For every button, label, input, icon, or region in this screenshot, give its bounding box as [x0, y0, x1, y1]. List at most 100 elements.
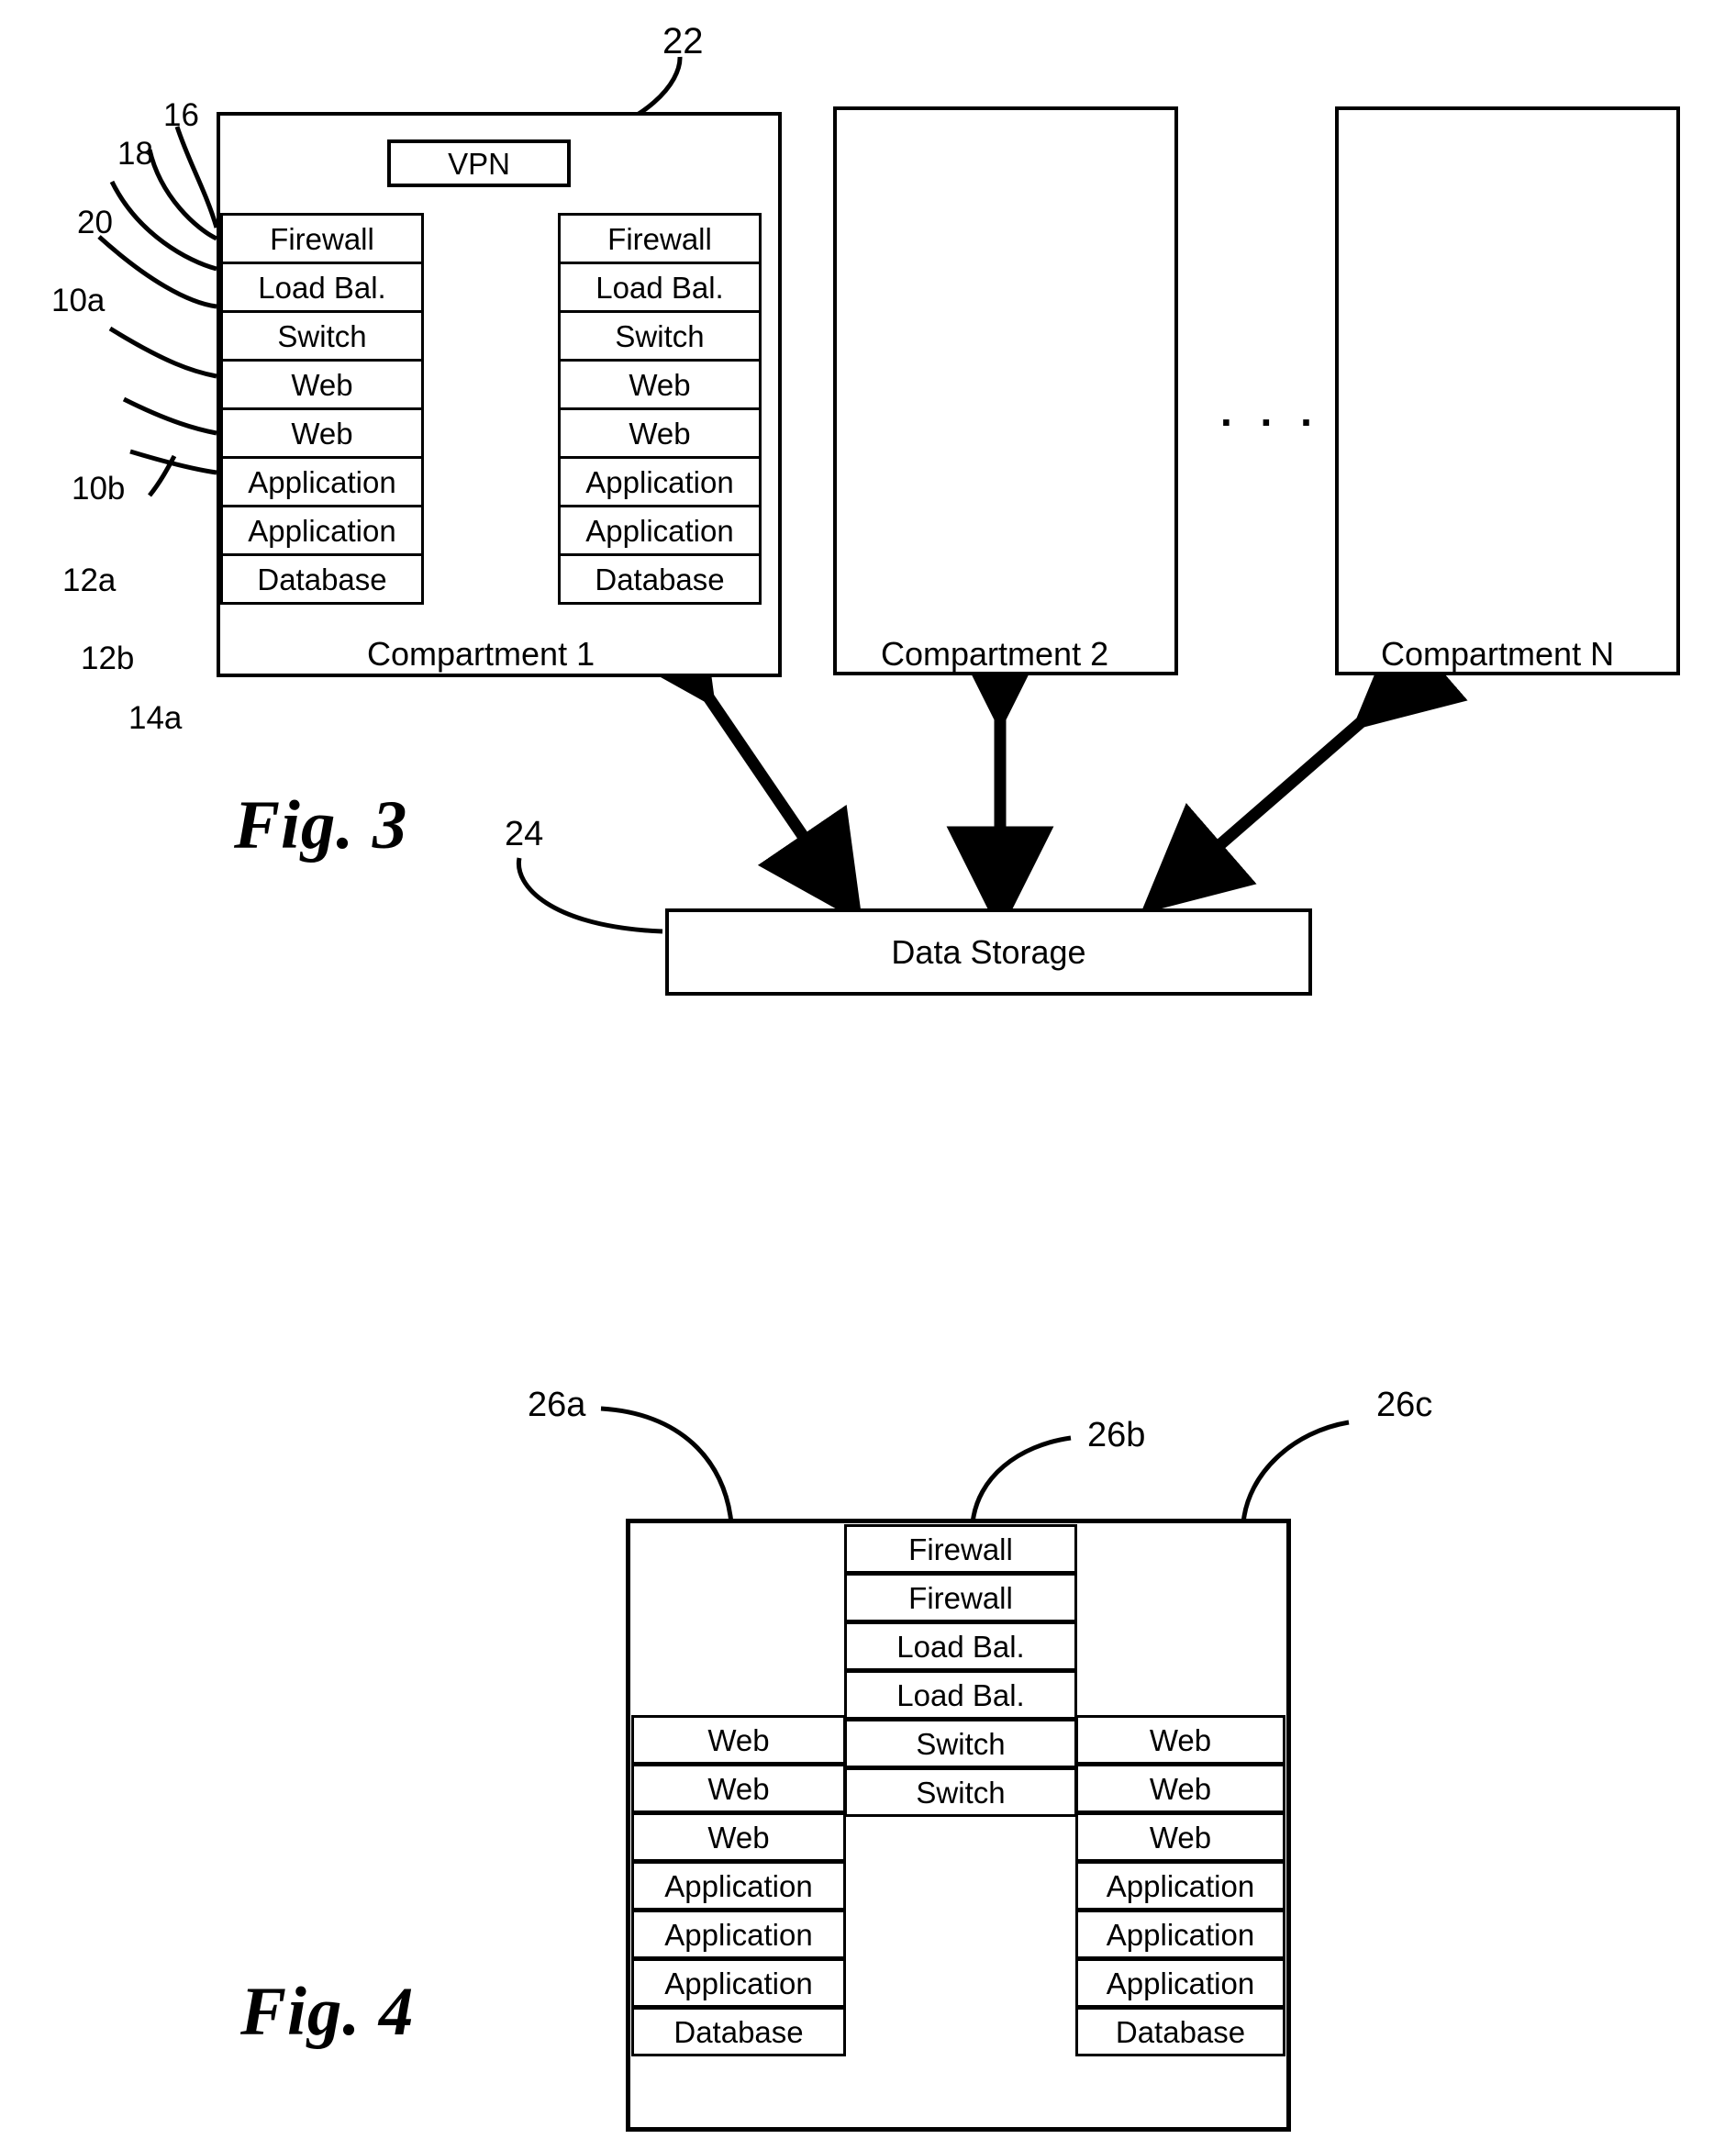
rack-right-row-0-label: Firewall — [607, 221, 712, 256]
rack-right-row-7-label: Database — [595, 562, 725, 596]
rack-right-row-2-label: Switch — [615, 318, 705, 353]
f4-b-cell-0-label: Firewall — [908, 1532, 1013, 1566]
f4-c-cell-2 — [1075, 1620, 1285, 1667]
f4-c-cell-7: Application — [1075, 1861, 1285, 1911]
f4-b-cell-10 — [844, 2007, 1077, 2056]
f4-a-cell-8-label: Application — [664, 1917, 813, 1952]
compartment-1-label: Compartment 1 — [367, 635, 595, 673]
rack-right-row-6: Application — [558, 505, 762, 556]
f4-a-cell-0 — [631, 1524, 846, 1572]
figure-4-column-26a: Web Web Web Application Application Appl… — [631, 1524, 846, 2139]
rack-right-row-4-label: Web — [629, 416, 691, 451]
compartment-n-box — [1335, 106, 1680, 675]
ref-26c: 26c — [1376, 1386, 1433, 1424]
f4-b-cell-2-label: Load Bal. — [896, 1629, 1025, 1664]
ref-12b: 12b — [81, 641, 135, 676]
f4-c-cell-9: Application — [1075, 1958, 1285, 2008]
rack-left-row-7-label: Database — [257, 562, 387, 596]
ref-26a: 26a — [528, 1386, 586, 1424]
f4-a-cell-6-label: Web — [707, 1820, 770, 1855]
ref-20: 20 — [77, 205, 113, 240]
rack-left-row-1-label: Load Bal. — [258, 270, 386, 305]
vpn-box: VPN — [387, 139, 571, 187]
compartment-2-label: Compartment 2 — [881, 635, 1109, 673]
ref-16: 16 — [163, 97, 199, 133]
rack-right-row-0: Firewall — [558, 213, 762, 264]
f4-a-cell-1 — [631, 1572, 846, 1620]
rack-right-row-5-label: Application — [585, 464, 734, 499]
f4-c-cell-5-label: Web — [1149, 1771, 1212, 1806]
f4-c-cell-10: Database — [1075, 2007, 1285, 2056]
rack-left-row-1: Load Bal. — [220, 262, 424, 313]
compartment-2-box — [833, 106, 1178, 675]
f4-a-cell-5: Web — [631, 1764, 846, 1813]
rack-right-row-3-label: Web — [629, 367, 691, 402]
rack-left-row-2: Switch — [220, 310, 424, 362]
figure-3-caption: Fig. 3 — [234, 787, 408, 863]
rack-left-row-4: Web — [220, 407, 424, 459]
rack-left-row-3: Web — [220, 359, 424, 410]
f4-b-cell-1-label: Firewall — [908, 1580, 1013, 1615]
ref-26b: 26b — [1087, 1416, 1146, 1454]
ref-12a: 12a — [62, 563, 117, 598]
rack-left-row-6: Application — [220, 505, 424, 556]
leader-lines-fig4 — [600, 1406, 1350, 1524]
f4-c-cell-0 — [1075, 1524, 1285, 1572]
rack-left-row-0-label: Firewall — [270, 221, 374, 256]
rack-left-compartment-1: Firewall Load Bal. Switch Web Web Applic… — [220, 213, 424, 605]
f4-b-cell-0: Firewall — [844, 1524, 1077, 1574]
rack-right-row-2: Switch — [558, 310, 762, 362]
rack-left-row-2-label: Switch — [277, 318, 367, 353]
f4-a-cell-8: Application — [631, 1910, 846, 1959]
rack-right-row-5: Application — [558, 456, 762, 507]
f4-a-cell-4: Web — [631, 1715, 846, 1765]
f4-a-cell-9-label: Application — [664, 1966, 813, 2000]
f4-b-cell-5-label: Switch — [916, 1775, 1006, 1810]
f4-a-cell-10-label: Database — [673, 2014, 804, 2049]
figure-4-caption: Fig. 4 — [240, 1974, 415, 2050]
ref-24: 24 — [505, 815, 544, 853]
f4-c-cell-4: Web — [1075, 1715, 1285, 1765]
f4-b-cell-2: Load Bal. — [844, 1621, 1077, 1671]
rack-right-row-6-label: Application — [585, 513, 734, 548]
rack-right-row-4: Web — [558, 407, 762, 459]
f4-c-cell-9-label: Application — [1106, 1966, 1255, 2000]
f4-c-cell-7-label: Application — [1106, 1868, 1255, 1903]
f4-a-cell-7: Application — [631, 1861, 846, 1911]
f4-b-cell-7 — [844, 1864, 1077, 1911]
rack-left-row-0: Firewall — [220, 213, 424, 264]
rack-left-row-5-label: Application — [248, 464, 396, 499]
compartment-n-label: Compartment N — [1381, 635, 1615, 673]
f4-c-cell-1 — [1075, 1572, 1285, 1620]
rack-right-row-1-label: Load Bal. — [595, 270, 724, 305]
ref-14a: 14a — [128, 700, 183, 736]
f4-a-cell-3 — [631, 1667, 846, 1715]
storage-arrows — [610, 588, 1468, 934]
f4-c-cell-6: Web — [1075, 1812, 1285, 1862]
f4-c-cell-8: Application — [1075, 1910, 1285, 1959]
f4-a-cell-9: Application — [631, 1958, 846, 2008]
f4-c-cell-4-label: Web — [1149, 1722, 1212, 1757]
f4-a-cell-10: Database — [631, 2007, 846, 2056]
data-storage-label: Data Storage — [891, 932, 1086, 971]
f4-a-cell-7-label: Application — [664, 1868, 813, 1903]
f4-a-cell-2 — [631, 1620, 846, 1667]
rack-left-row-6-label: Application — [248, 513, 396, 548]
f4-a-cell-4-label: Web — [707, 1722, 770, 1757]
patent-drawing-sheet: Compartment 1 Compartment 2 Compartment … — [0, 0, 1736, 2139]
f4-c-cell-6-label: Web — [1149, 1820, 1212, 1855]
figure-4-column-26c: Web Web Web Application Application Appl… — [1075, 1524, 1290, 2139]
f4-c-cell-3 — [1075, 1667, 1285, 1715]
ref-18: 18 — [117, 136, 153, 172]
f4-b-cell-4-label: Switch — [916, 1726, 1006, 1761]
rack-left-row-3-label: Web — [291, 367, 353, 402]
data-storage-box: Data Storage — [665, 908, 1312, 996]
f4-a-cell-6: Web — [631, 1812, 846, 1862]
rack-right-compartment-1: Firewall Load Bal. Switch Web Web Applic… — [558, 213, 762, 605]
rack-right-row-1: Load Bal. — [558, 262, 762, 313]
figure-4-column-26b: Firewall Firewall Load Bal. Load Bal. Sw… — [844, 1524, 1077, 2139]
f4-b-cell-1: Firewall — [844, 1573, 1077, 1622]
f4-b-cell-5: Switch — [844, 1767, 1077, 1817]
f4-b-cell-6 — [844, 1816, 1077, 1864]
rack-left-row-5: Application — [220, 456, 424, 507]
